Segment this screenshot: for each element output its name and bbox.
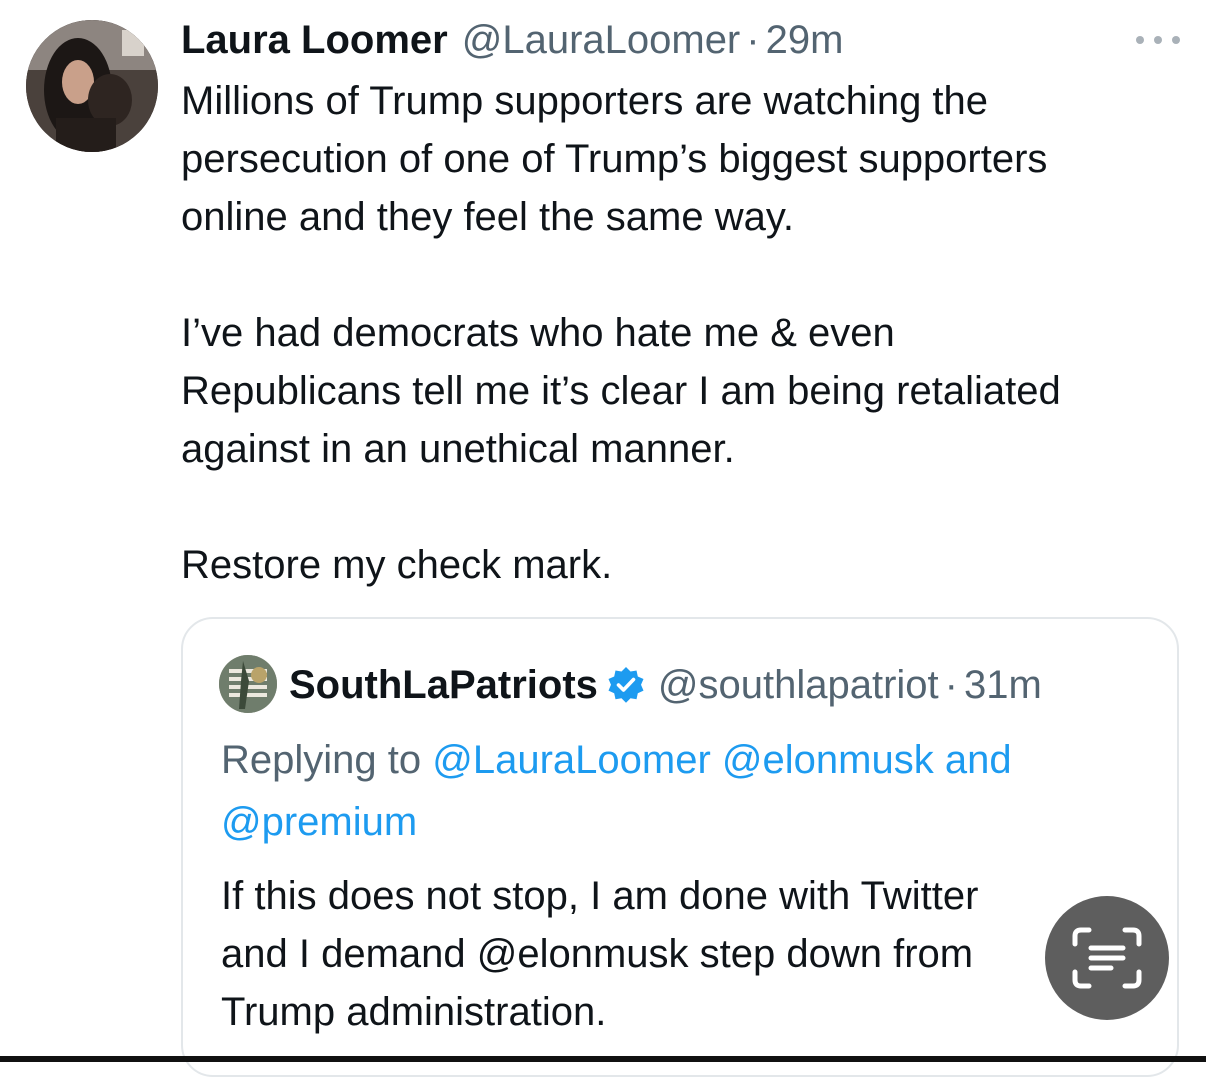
quoted-avatar-image bbox=[219, 655, 277, 713]
more-dot bbox=[1172, 36, 1180, 44]
replying-and[interactable]: and bbox=[945, 738, 1012, 782]
replying-to-line: Replying to @LauraLoomer @elonmusk and @… bbox=[221, 729, 1141, 853]
tweet-line: online and they feel the same way. bbox=[181, 195, 794, 239]
quoted-header-separator: · bbox=[944, 662, 958, 707]
tweet-timestamp[interactable]: 29m bbox=[766, 18, 844, 63]
tweet-line: Restore my check mark. bbox=[181, 543, 613, 587]
verified-badge-icon bbox=[606, 665, 646, 705]
tweet-header: Laura Loomer @LauraLoomer · 29m bbox=[181, 14, 843, 66]
mention-link[interactable]: @LauraLoomer bbox=[432, 738, 711, 782]
live-text-scan-icon bbox=[1072, 927, 1142, 989]
quoted-tweet-line: Trump administration. bbox=[221, 990, 607, 1034]
tweet-text: Millions of Trump supporters are watchin… bbox=[181, 72, 1181, 594]
quoted-tweet-paragraph: If this does not stop, I am done with Tw… bbox=[221, 867, 1141, 1041]
tweet-line: against in an unethical manner. bbox=[181, 427, 735, 471]
quoted-author-name[interactable]: SouthLaPatriots bbox=[289, 663, 598, 708]
avatar-photo bbox=[26, 20, 158, 152]
header-separator: · bbox=[746, 17, 760, 62]
quoted-tweet-text: If this does not stop, I am done with Tw… bbox=[221, 867, 1141, 1041]
more-dot bbox=[1136, 36, 1144, 44]
quoted-tweet-line: and I demand @elonmusk step down from bbox=[221, 932, 974, 976]
replying-prefix: Replying to bbox=[221, 738, 422, 782]
more-horizontal-icon[interactable] bbox=[1136, 28, 1180, 52]
tweet-paragraph: Millions of Trump supporters are watchin… bbox=[181, 72, 1181, 246]
tweet-paragraph: I’ve had democrats who hate me & even Re… bbox=[181, 304, 1181, 478]
author-avatar[interactable] bbox=[26, 20, 158, 152]
live-text-button[interactable] bbox=[1045, 896, 1169, 1020]
author-handle[interactable]: @LauraLoomer bbox=[462, 18, 741, 63]
tweet-paragraph: Restore my check mark. bbox=[181, 536, 1181, 594]
quoted-author-avatar[interactable] bbox=[219, 655, 277, 713]
quoted-author-handle[interactable]: @southlapatriot bbox=[658, 663, 939, 708]
bottom-divider bbox=[0, 1056, 1206, 1062]
quoted-tweet-timestamp[interactable]: 31m bbox=[964, 663, 1042, 708]
author-name[interactable]: Laura Loomer bbox=[181, 18, 448, 63]
tweet-line: persecution of one of Trump’s biggest su… bbox=[181, 137, 1048, 181]
quoted-tweet-card[interactable]: SouthLaPatriots @southlapatriot · 31m Re… bbox=[181, 617, 1179, 1077]
quoted-tweet-header: SouthLaPatriots @southlapatriot · 31m bbox=[289, 659, 1042, 711]
tweet-line: Republicans tell me it’s clear I am bein… bbox=[181, 369, 1061, 413]
more-dot bbox=[1154, 36, 1162, 44]
mention-link[interactable]: @elonmusk bbox=[722, 738, 934, 782]
mention-link[interactable]: @premium bbox=[221, 800, 417, 844]
tweet-line: I’ve had democrats who hate me & even bbox=[181, 311, 895, 355]
quoted-tweet-line: If this does not stop, I am done with Tw… bbox=[221, 874, 979, 918]
tweet-line: Millions of Trump supporters are watchin… bbox=[181, 79, 989, 123]
